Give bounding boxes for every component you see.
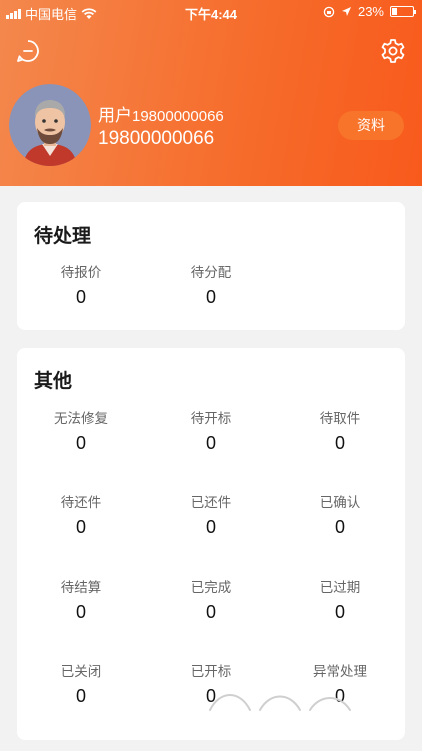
item-count: 0 (205, 287, 216, 307)
item-label: 已过期 (319, 580, 361, 595)
item-label: 待开标 (190, 411, 232, 426)
item-count: 0 (75, 287, 86, 307)
other-item-confirmed[interactable]: 已确认 0 (290, 491, 390, 538)
other-item-completed[interactable]: 已完成 0 (161, 576, 261, 623)
location-icon (341, 7, 351, 16)
other-item-pending-pickup[interactable]: 待取件 0 (290, 407, 390, 454)
pending-item-quote[interactable]: 待报价 0 (31, 261, 131, 308)
item-label: 已关闭 (60, 664, 102, 679)
item-label: 已还件 (190, 495, 232, 510)
item-count: 0 (334, 602, 345, 622)
item-label: 待取件 (319, 411, 361, 426)
profile-button[interactable]: 资料 (338, 111, 404, 140)
item-count: 0 (75, 517, 86, 537)
battery-icon (390, 6, 416, 17)
avatar[interactable] (9, 84, 91, 166)
item-label: 已确认 (319, 495, 361, 510)
user-name: 用户19800000066 (98, 101, 224, 126)
other-title: 其他 (34, 371, 73, 392)
user-label: 用户 (98, 106, 132, 125)
item-count: 0 (334, 517, 345, 537)
other-item-pending-return[interactable]: 待还件 0 (31, 491, 131, 538)
item-count: 0 (75, 602, 86, 622)
item-count: 0 (205, 602, 216, 622)
item-label: 已开标 (190, 664, 232, 679)
item-count: 0 (205, 517, 216, 537)
item-label: 已完成 (190, 580, 232, 595)
item-label: 待结算 (60, 580, 102, 595)
profile-header: 中国电信 下午4:44 23% 用户19800000066 1980000006… (0, 0, 422, 186)
item-count: 0 (75, 686, 86, 706)
other-item-unrepairable[interactable]: 无法修复 0 (31, 407, 131, 454)
status-bar: 中国电信 下午4:44 23% (0, 0, 422, 24)
gear-icon[interactable] (380, 38, 406, 64)
item-label: 异常处理 (313, 664, 367, 679)
other-item-expired[interactable]: 已过期 0 (290, 576, 390, 623)
user-phone: 19800000066 (98, 128, 215, 149)
pending-item-assign[interactable]: 待分配 0 (161, 261, 261, 308)
item-label: 待报价 (60, 265, 102, 280)
message-icon[interactable] (16, 39, 40, 63)
user-phone-small: 19800000066 (132, 108, 224, 125)
other-item-pending-settlement[interactable]: 待结算 0 (31, 576, 131, 623)
battery-percent: 23% (357, 4, 384, 19)
pending-card: 待处理 待报价 0 待分配 0 (17, 202, 405, 330)
item-label: 待还件 (60, 495, 102, 510)
item-count: 0 (75, 433, 86, 453)
item-count: 0 (205, 433, 216, 453)
item-count: 0 (334, 433, 345, 453)
other-item-returned[interactable]: 已还件 0 (161, 491, 261, 538)
pending-title: 待处理 (34, 226, 92, 247)
watermark-logo (209, 694, 351, 711)
other-item-pending-bid[interactable]: 待开标 0 (161, 407, 261, 454)
item-label: 待分配 (190, 265, 232, 280)
rotation-lock-icon (323, 6, 335, 17)
item-label: 无法修复 (54, 411, 108, 426)
other-item-closed[interactable]: 已关闭 0 (31, 660, 131, 707)
